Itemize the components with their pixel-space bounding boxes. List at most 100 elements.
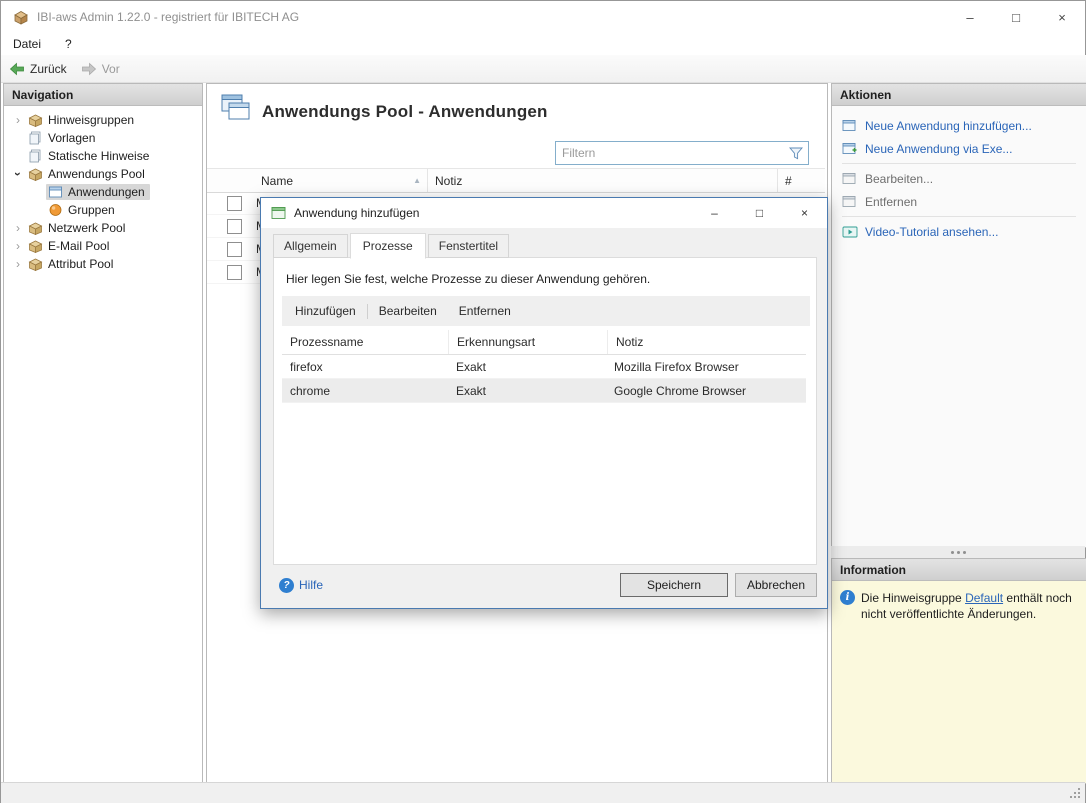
nav-item-anwendungen[interactable]: Anwendungen [4, 183, 202, 201]
info-icon: i [840, 590, 855, 605]
add-application-dialog: Anwendung hinzufügen – □ × Allgemein Pro… [260, 197, 828, 609]
window-title: IBI-aws Admin 1.22.0 - registriert für I… [37, 10, 299, 24]
nav-item-gruppen[interactable]: Gruppen [4, 201, 202, 219]
chevron-down-icon[interactable]: › [10, 166, 26, 182]
row-checkbox[interactable] [227, 265, 242, 280]
col-notiz[interactable]: Notiz [428, 169, 778, 192]
menu-help[interactable]: ? [53, 34, 84, 54]
process-remove-button[interactable]: Entfernen [448, 296, 522, 326]
cancel-button[interactable]: Abbrechen [735, 573, 817, 597]
resize-grip[interactable] [1078, 796, 1080, 798]
actions-header: Aktionen [832, 84, 1086, 106]
chevron-spacer [30, 184, 46, 200]
col-number[interactable]: # [778, 169, 825, 192]
col-checkbox [207, 169, 254, 192]
process-edit-button[interactable]: Bearbeiten [368, 296, 448, 326]
col-notiz-label: Notiz [435, 174, 462, 188]
col-erkennungsart[interactable]: Erkennungsart [449, 330, 608, 354]
maximize-button[interactable]: □ [993, 1, 1039, 33]
dialog-close-button[interactable]: × [782, 198, 827, 228]
action-video-tutorial[interactable]: Video-Tutorial ansehen... [842, 220, 1076, 243]
nav-item-anwendungs-pool[interactable]: › Anwendungs Pool [4, 165, 202, 183]
tab-prozesse[interactable]: Prozesse [350, 233, 426, 259]
chevron-right-icon[interactable]: › [10, 238, 26, 254]
help-label: Hilfe [299, 578, 323, 592]
chevron-right-icon[interactable]: › [10, 256, 26, 272]
tab-fenstertitel[interactable]: Fenstertitel [428, 234, 509, 258]
main-toolbar: Zurück Vor [1, 55, 1086, 83]
col-name-label: Name [261, 174, 293, 188]
save-button[interactable]: Speichern [620, 573, 728, 597]
new-application-icon [842, 119, 858, 133]
window-icon [48, 185, 63, 199]
statusbar [1, 782, 1085, 803]
col-name[interactable]: Name ▲ [254, 169, 428, 192]
separator [842, 163, 1076, 164]
ball-icon [48, 203, 63, 217]
dialog-minimize-button[interactable]: – [692, 198, 737, 228]
information-body: i Die Hinweisgruppe Default enthält noch… [832, 581, 1086, 631]
action-label: Entfernen [865, 195, 917, 209]
nav-item-email-pool[interactable]: › E-Mail Pool [4, 237, 202, 255]
chevron-spacer [10, 130, 26, 146]
info-text-before: Die Hinweisgruppe [861, 591, 965, 605]
navigation-tree: › Hinweisgruppen Vor [4, 106, 202, 273]
splitter-dot [951, 551, 954, 554]
action-label: Video-Tutorial ansehen... [865, 225, 998, 239]
box-icon [28, 221, 43, 235]
nav-item-attribut-pool[interactable]: › Attribut Pool [4, 255, 202, 273]
box-icon [28, 113, 43, 127]
titlebar: IBI-aws Admin 1.22.0 - registriert für I… [1, 1, 1085, 33]
cell-erkennungsart: Exakt [448, 384, 606, 398]
default-link[interactable]: Default [965, 591, 1003, 605]
close-button[interactable]: × [1039, 1, 1085, 33]
actions-panel: Aktionen Neue Anwendung hinzufügen... Ne… [831, 83, 1086, 548]
nav-item-netzwerk-pool[interactable]: › Netzwerk Pool [4, 219, 202, 237]
help-link[interactable]: ? Hilfe [279, 578, 323, 593]
col-prozessname[interactable]: Prozessname [282, 330, 449, 354]
forward-button[interactable]: Vor [81, 62, 120, 76]
col-notiz[interactable]: Notiz [608, 330, 806, 354]
process-row-chrome[interactable]: chrome Exakt Google Chrome Browser [282, 379, 806, 403]
dialog-titlebar: Anwendung hinzufügen – □ × [261, 198, 827, 228]
panel-splitter[interactable] [831, 546, 1085, 558]
process-row-firefox[interactable]: firefox Exakt Mozilla Firefox Browser [282, 355, 806, 379]
table-header: Name ▲ Notiz # [207, 168, 825, 193]
process-table-header: Prozessname Erkennungsart Notiz [282, 330, 806, 355]
row-checkbox[interactable] [227, 242, 242, 257]
video-tutorial-icon [842, 225, 858, 239]
chevron-spacer [30, 202, 46, 218]
filter-icon[interactable] [789, 147, 803, 160]
back-label: Zurück [30, 62, 67, 76]
tab-allgemein[interactable]: Allgemein [273, 234, 348, 258]
back-button[interactable]: Zurück [9, 62, 67, 76]
minimize-button[interactable]: – [947, 1, 993, 33]
nav-item-statische-hinweise[interactable]: Statische Hinweise [4, 147, 202, 165]
dialog-description: Hier legen Sie fest, welche Prozesse zu … [286, 272, 650, 286]
nav-label: Netzwerk Pool [48, 221, 125, 235]
splitter-dot [957, 551, 960, 554]
menubar: Datei ? [1, 33, 1085, 55]
chevron-right-icon[interactable]: › [10, 112, 26, 128]
nav-label: Anwendungs Pool [48, 167, 145, 181]
nav-item-hinweisgruppen[interactable]: › Hinweisgruppen [4, 111, 202, 129]
cell-prozessname: chrome [282, 384, 448, 398]
dialog-title: Anwendung hinzufügen [294, 206, 419, 220]
dialog-footer: ? Hilfe Speichern Abbrechen [261, 572, 827, 598]
action-new-application[interactable]: Neue Anwendung hinzufügen... [842, 114, 1076, 137]
help-icon: ? [279, 578, 294, 593]
filter-input[interactable] [556, 146, 789, 160]
action-new-application-via-exe[interactable]: Neue Anwendung via Exe... [842, 137, 1076, 160]
action-label: Neue Anwendung hinzufügen... [865, 119, 1032, 133]
dialog-maximize-button[interactable]: □ [737, 198, 782, 228]
action-edit[interactable]: Bearbeiten... [842, 167, 1076, 190]
menu-datei[interactable]: Datei [1, 34, 53, 54]
dialog-icon [271, 206, 286, 220]
row-checkbox[interactable] [227, 196, 242, 211]
app-icon [13, 9, 29, 25]
action-remove[interactable]: Entfernen [842, 190, 1076, 213]
row-checkbox[interactable] [227, 219, 242, 234]
process-add-button[interactable]: Hinzufügen [284, 296, 367, 326]
nav-item-vorlagen[interactable]: Vorlagen [4, 129, 202, 147]
chevron-right-icon[interactable]: › [10, 220, 26, 236]
